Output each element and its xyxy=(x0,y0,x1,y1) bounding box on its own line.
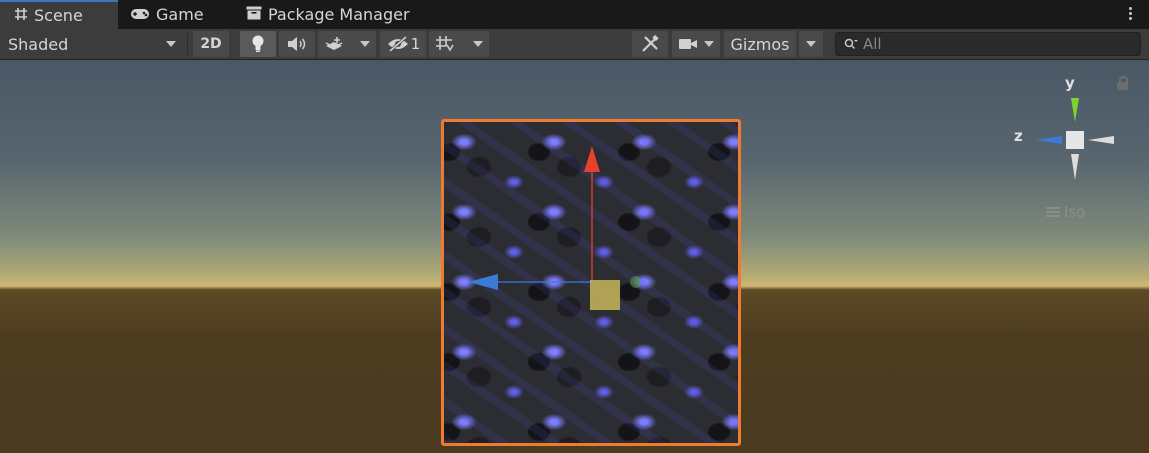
y-axis-label: y xyxy=(1065,74,1075,92)
more-menu-icon[interactable] xyxy=(1129,5,1133,22)
effects-dropdown[interactable] xyxy=(318,31,376,57)
wrench-hammer-icon xyxy=(642,34,659,52)
lighting-toggle-button[interactable] xyxy=(240,31,276,57)
tab-game-label: Game xyxy=(156,5,204,24)
gizmos-dropdown-button[interactable] xyxy=(799,31,823,57)
gamepad-icon xyxy=(130,5,150,24)
scene-visibility-toggle[interactable]: 1 xyxy=(380,31,426,57)
grid-icon xyxy=(14,6,28,25)
camera-settings-dropdown[interactable] xyxy=(672,31,720,57)
chevron-down-icon xyxy=(806,41,816,47)
y-axis-arrow-icon xyxy=(584,146,600,172)
grid-snap-icon xyxy=(436,36,454,52)
z-axis-cone-icon xyxy=(1036,136,1062,144)
tab-game[interactable]: Game xyxy=(130,0,204,29)
grid-snapping-dropdown[interactable] xyxy=(429,31,489,57)
separator xyxy=(187,33,188,55)
tools-button[interactable] xyxy=(632,31,668,57)
toggle-2d-label: 2D xyxy=(200,36,222,52)
gizmos-label: Gizmos xyxy=(730,34,790,54)
plane-handle-icon xyxy=(590,280,620,310)
chevron-down-icon xyxy=(704,41,714,47)
draw-mode-dropdown[interactable]: Shaded xyxy=(0,31,184,57)
center-cube-icon xyxy=(1066,131,1084,149)
tab-scene-label: Scene xyxy=(34,6,83,25)
hidden-count: 1 xyxy=(410,35,421,53)
audio-toggle-button[interactable] xyxy=(279,31,315,57)
tab-package-manager-label: Package Manager xyxy=(268,5,410,24)
projection-toggle[interactable]: Iso xyxy=(1046,203,1085,221)
lock-icon[interactable] xyxy=(1117,76,1128,90)
chevron-down-icon xyxy=(473,41,483,47)
search-icon xyxy=(844,38,858,50)
package-icon xyxy=(246,5,262,24)
search-field[interactable]: All xyxy=(835,32,1141,56)
menu-lines-icon xyxy=(1046,205,1060,219)
search-input: All xyxy=(863,35,882,53)
effects-layers-icon xyxy=(325,37,343,50)
chevron-down-icon xyxy=(360,41,370,47)
orientation-gizmo[interactable] xyxy=(1028,88,1120,188)
chevron-down-icon xyxy=(166,41,176,47)
eye-slash-icon xyxy=(387,36,408,52)
scene-viewport[interactable]: y z Iso xyxy=(0,60,1149,453)
draw-mode-label: Shaded xyxy=(8,34,69,54)
z-axis-label: z xyxy=(1014,127,1023,145)
tab-scene[interactable]: Scene xyxy=(0,0,118,29)
projection-label: Iso xyxy=(1064,203,1086,221)
speaker-icon xyxy=(288,37,306,51)
tab-bar: Scene Game Package Manager xyxy=(0,0,1149,29)
y-axis-cone-icon xyxy=(1071,98,1079,122)
lightbulb-icon xyxy=(252,35,264,52)
scene-toolbar: Shaded 2D 1 Gizmos All xyxy=(0,29,1149,60)
move-tool-gizmo[interactable] xyxy=(460,140,640,320)
gizmos-toggle-button[interactable]: Gizmos xyxy=(724,31,796,57)
toggle-2d-button[interactable]: 2D xyxy=(193,31,229,57)
camera-icon xyxy=(679,39,697,49)
tab-package-manager[interactable]: Package Manager xyxy=(246,0,410,29)
z-axis-arrow-icon xyxy=(468,274,498,290)
